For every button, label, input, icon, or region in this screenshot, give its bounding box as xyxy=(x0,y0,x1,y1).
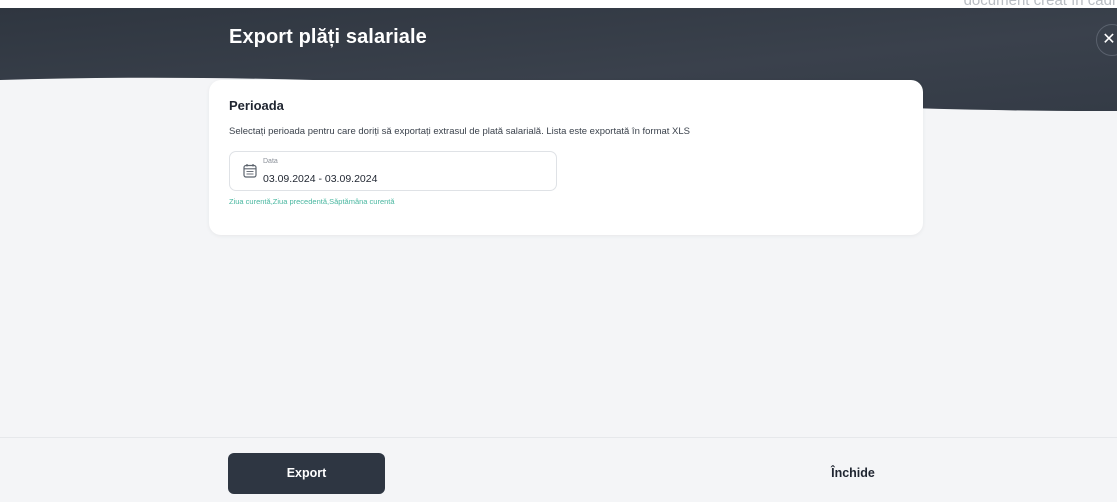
period-title: Perioada xyxy=(229,98,284,113)
date-range-field[interactable]: Data 03.09.2024 - 03.09.2024 xyxy=(229,151,557,191)
date-field-label: Data xyxy=(263,158,278,165)
link-current-week[interactable]: Săptămâna curentă xyxy=(329,197,394,206)
calendar-icon xyxy=(243,164,257,178)
close-icon: ✕ xyxy=(1102,31,1116,48)
period-description: Selectați perioada pentru care doriți să… xyxy=(229,126,691,137)
close-button[interactable]: Închide xyxy=(810,462,896,484)
footer-divider xyxy=(0,437,1117,438)
link-previous-day[interactable]: Ziua precedentă xyxy=(273,197,327,206)
page-title: Export plăți salariale xyxy=(229,26,427,48)
date-field-value: 03.09.2024 - 03.09.2024 xyxy=(263,173,378,185)
quick-period-links: Ziua curentă,Ziua precedentă,Săptămâna c… xyxy=(229,197,395,206)
period-card: Perioada Selectați perioada pentru care … xyxy=(209,80,923,235)
top-strip: document creat în cadr xyxy=(0,0,1117,9)
link-current-day[interactable]: Ziua curentă xyxy=(229,197,271,206)
export-button[interactable]: Export xyxy=(228,453,385,494)
